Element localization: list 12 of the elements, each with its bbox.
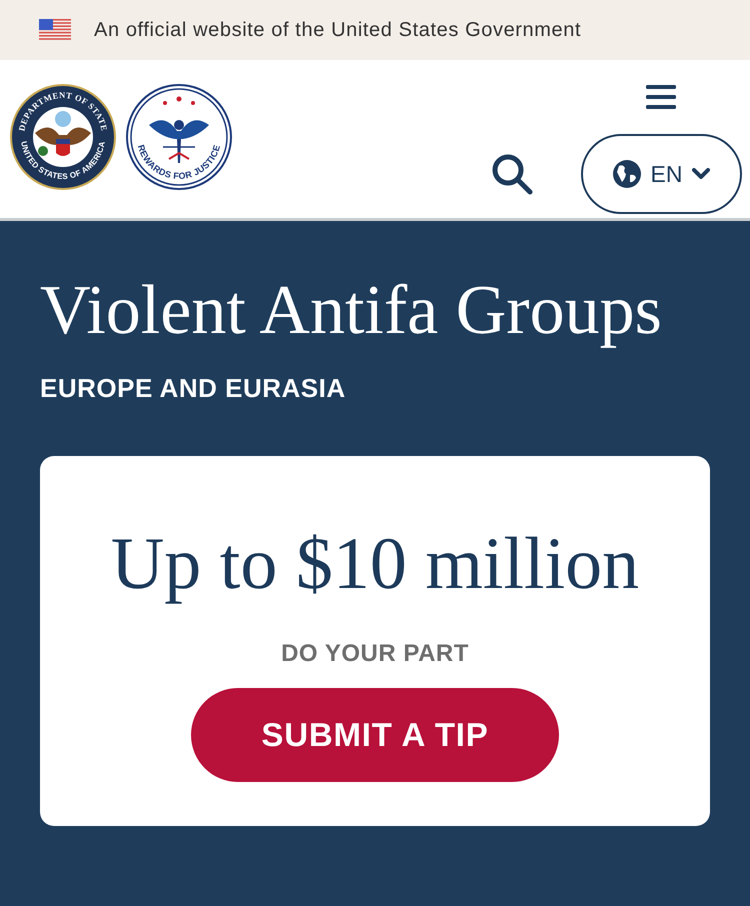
search-icon[interactable] bbox=[491, 153, 533, 195]
language-selector[interactable]: EN bbox=[581, 134, 742, 214]
submit-tip-button[interactable]: SUBMIT A TIP bbox=[191, 688, 559, 782]
chevron-down-icon bbox=[692, 168, 710, 180]
flag-icon bbox=[39, 19, 71, 41]
official-site-notice: An official website of the United States Government bbox=[94, 18, 582, 42]
reward-amount: Up to $10 million bbox=[110, 522, 640, 606]
menu-icon[interactable] bbox=[646, 84, 676, 110]
page-title: Violent Antifa Groups bbox=[40, 271, 663, 351]
region-label: EUROPE AND EURASIA bbox=[40, 373, 347, 404]
globe-icon bbox=[612, 160, 641, 188]
call-to-action-text: DO YOUR PART bbox=[281, 640, 469, 668]
